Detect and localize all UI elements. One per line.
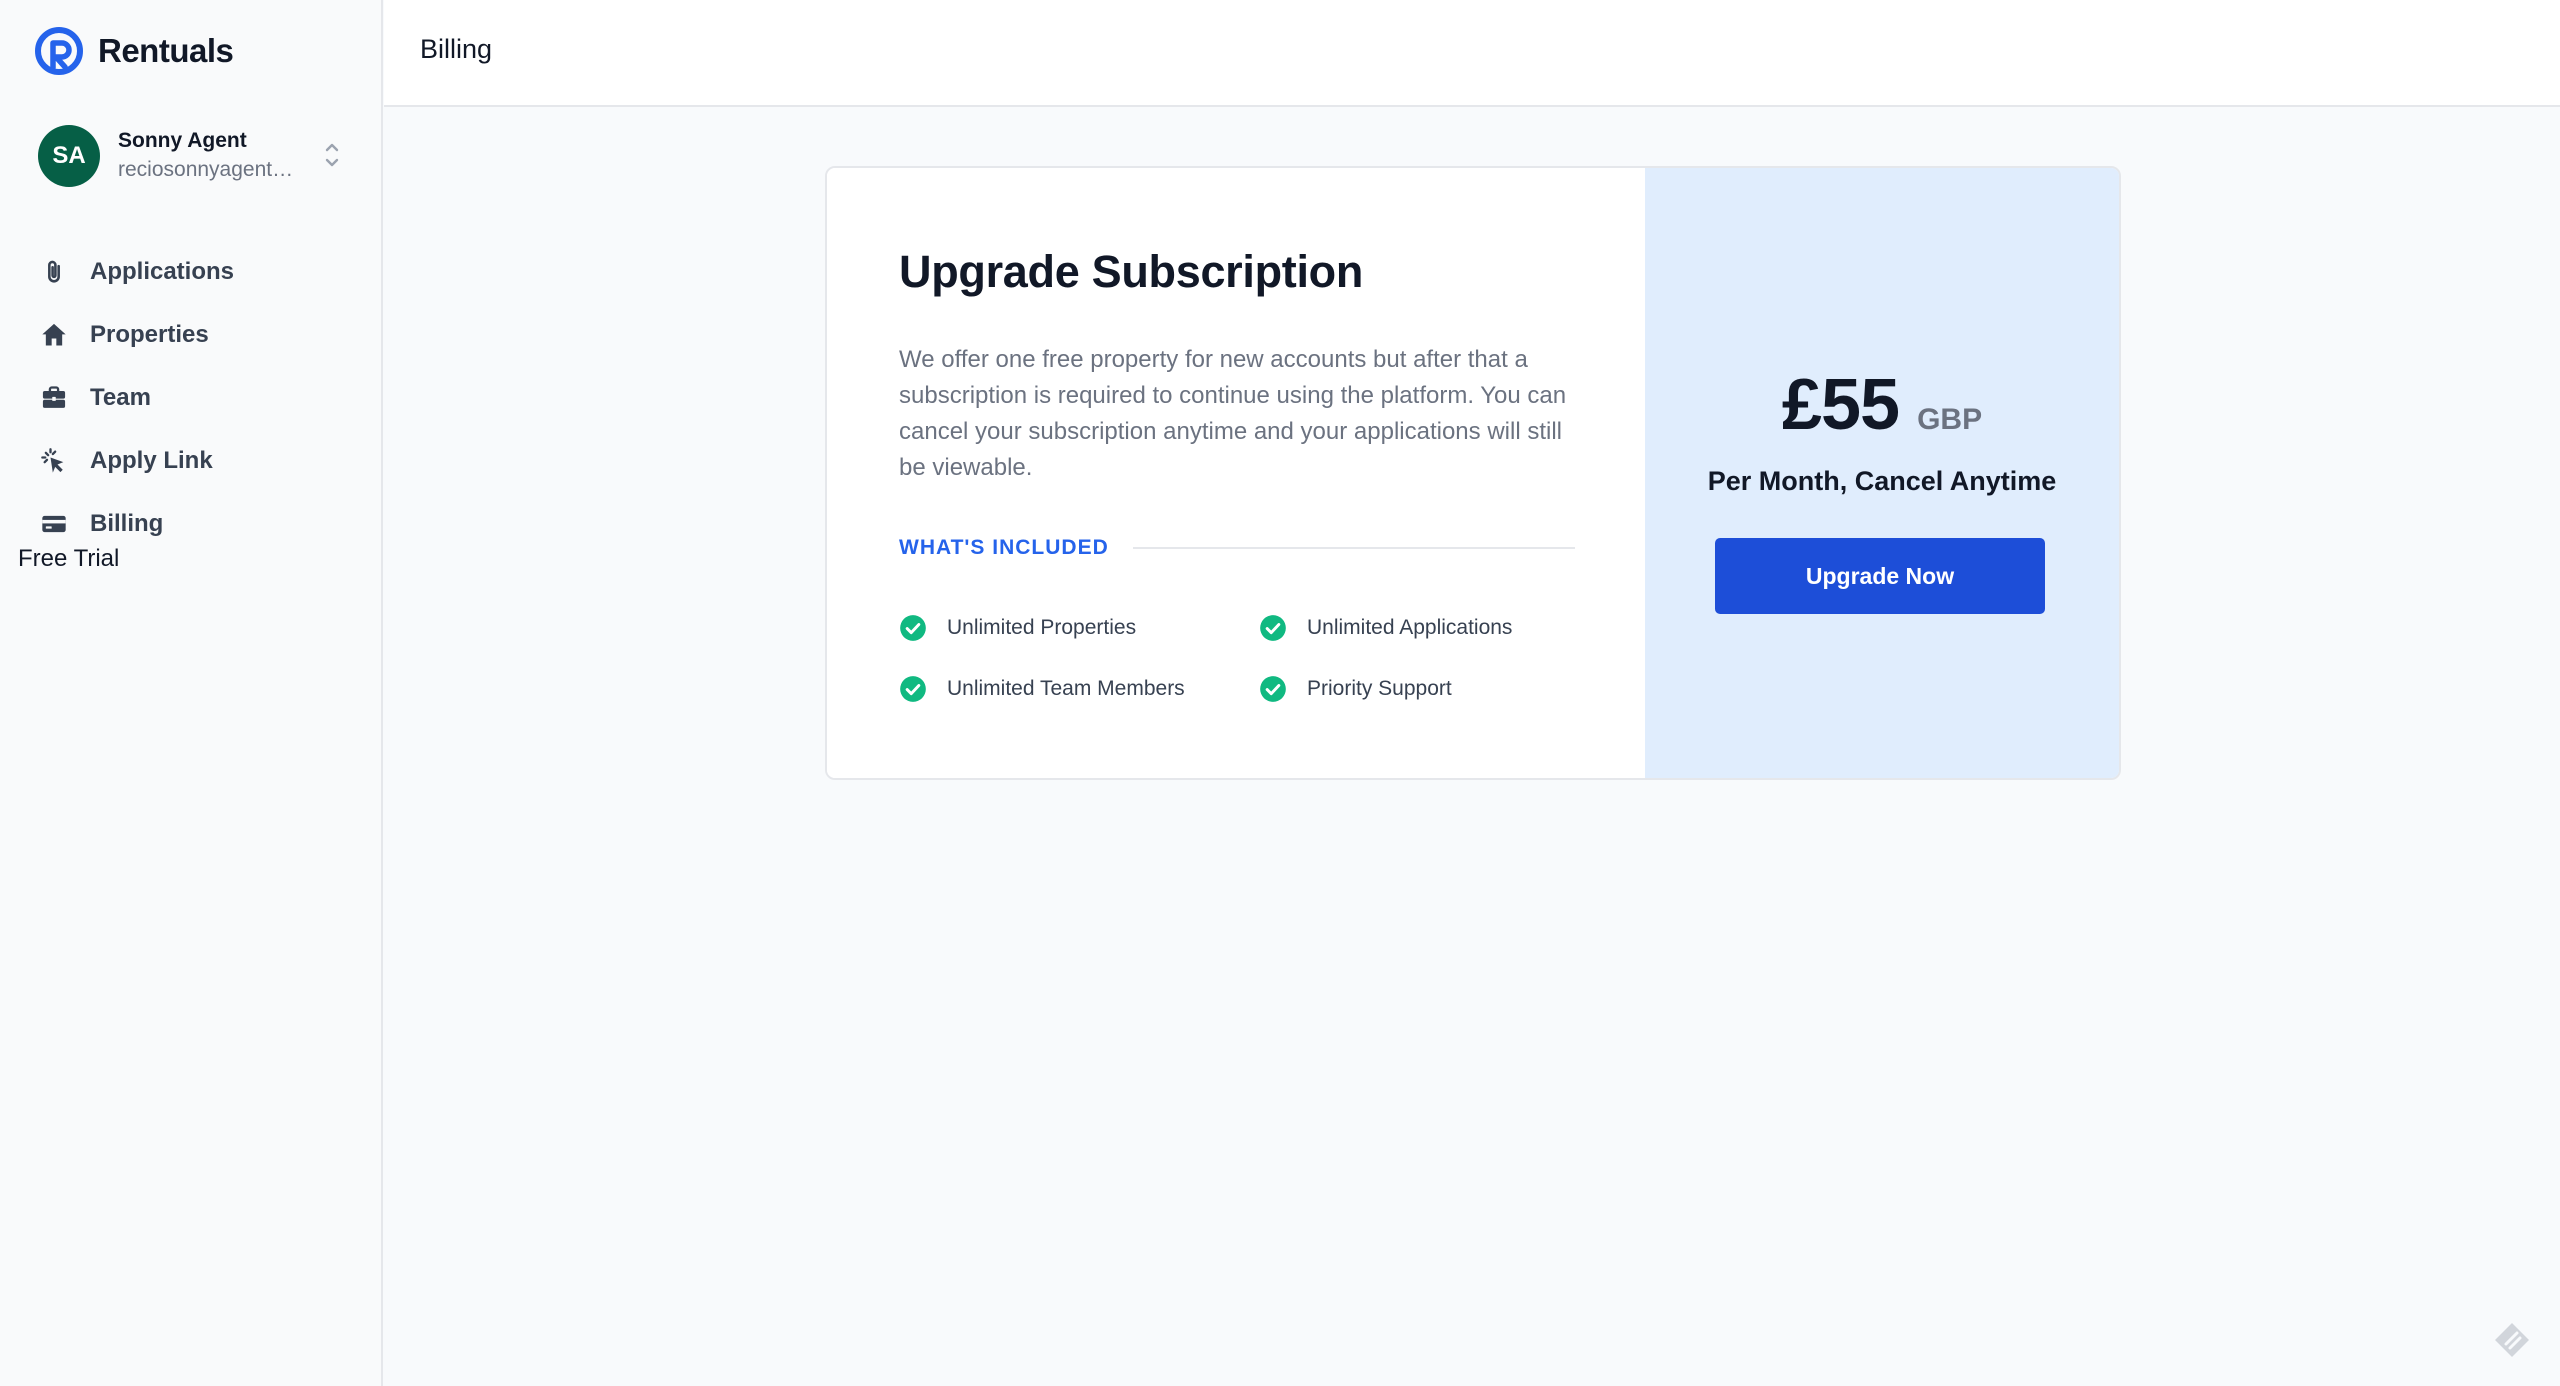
app-logo[interactable]: Rentuals: [34, 26, 234, 76]
divider: [1132, 547, 1575, 549]
sidebar-item-applications[interactable]: Applications: [40, 240, 360, 303]
sidebar: Rentuals SA Sonny Agent reciosonnyagent@…: [0, 0, 383, 1386]
pricing-panel: £55 GBP Per Month, Cancel Anytime Upgrad…: [1645, 168, 2119, 778]
feature-item: Unlimited Properties: [899, 614, 1259, 642]
sidebar-item-label: Team: [90, 383, 151, 411]
feature-label: Unlimited Properties: [947, 616, 1137, 639]
briefcase-icon: [42, 385, 66, 408]
included-label: WHAT'S INCLUDED: [899, 536, 1109, 559]
page-title: Billing: [420, 34, 493, 64]
feature-item: Unlimited Applications: [1259, 614, 1559, 642]
feature-label: Unlimited Applications: [1307, 616, 1513, 639]
page-header: Billing: [384, 0, 2560, 107]
feature-label: Priority Support: [1307, 677, 1452, 700]
user-name: Sonny Agent: [118, 129, 247, 152]
sidebar-item-label: Billing: [90, 509, 164, 537]
sidebar-item-team[interactable]: Team: [40, 366, 360, 429]
price-terms: Per Month, Cancel Anytime: [1707, 466, 2057, 496]
sidebar-item-apply-link[interactable]: Apply Link: [40, 429, 360, 492]
user-email: reciosonnyagent@...: [118, 158, 308, 181]
check-circle-icon: [900, 676, 926, 702]
check-circle-icon: [900, 615, 926, 641]
home-icon: [42, 323, 66, 345]
feature-item: Unlimited Team Members: [899, 675, 1259, 703]
user-switcher[interactable]: SA Sonny Agent reciosonnyagent@...: [38, 124, 344, 188]
chevron-up-down-icon[interactable]: [320, 138, 344, 172]
included-heading: WHAT'S INCLUDED: [899, 536, 1575, 560]
subscription-card: Upgrade Subscription We offer one free p…: [825, 166, 2121, 780]
card-title: Upgrade Subscription: [899, 246, 1364, 297]
sidebar-item-properties[interactable]: Properties: [40, 303, 360, 366]
avatar: SA: [38, 125, 100, 187]
feature-list: Unlimited Properties Unlimited Applicati…: [899, 614, 1559, 703]
rentuals-logo-icon: [35, 27, 83, 75]
app-root: Rentuals SA Sonny Agent reciosonnyagent@…: [0, 0, 2560, 1386]
sidebar-item-label: Apply Link: [90, 446, 213, 474]
check-circle-icon: [1260, 615, 1286, 641]
price-amount: £55: [1781, 365, 1900, 445]
tag-widget-icon[interactable]: [2492, 1320, 2532, 1360]
sidebar-item-label: Applications: [90, 257, 235, 285]
price: £55 GBP: [1645, 364, 2119, 446]
credit-card-icon: [42, 515, 66, 532]
sidebar-nav: Applications Properties Team Apply Link …: [40, 240, 360, 555]
app-name: Rentuals: [98, 32, 234, 69]
sidebar-item-label: Properties: [90, 320, 209, 348]
plan-details: Upgrade Subscription We offer one free p…: [827, 168, 1645, 778]
plan-status: Free Trial: [18, 545, 120, 572]
paperclip-icon: [48, 260, 60, 283]
feature-label: Unlimited Team Members: [947, 677, 1185, 700]
check-circle-icon: [1260, 676, 1286, 702]
user-info: Sonny Agent reciosonnyagent@...: [118, 127, 308, 185]
upgrade-now-button[interactable]: Upgrade Now: [1715, 538, 2045, 614]
price-currency: GBP: [1917, 403, 1983, 436]
feature-item: Priority Support: [1259, 675, 1559, 703]
cursor-click-icon: [41, 447, 64, 473]
card-description: We offer one free property for new accou…: [899, 346, 1567, 481]
